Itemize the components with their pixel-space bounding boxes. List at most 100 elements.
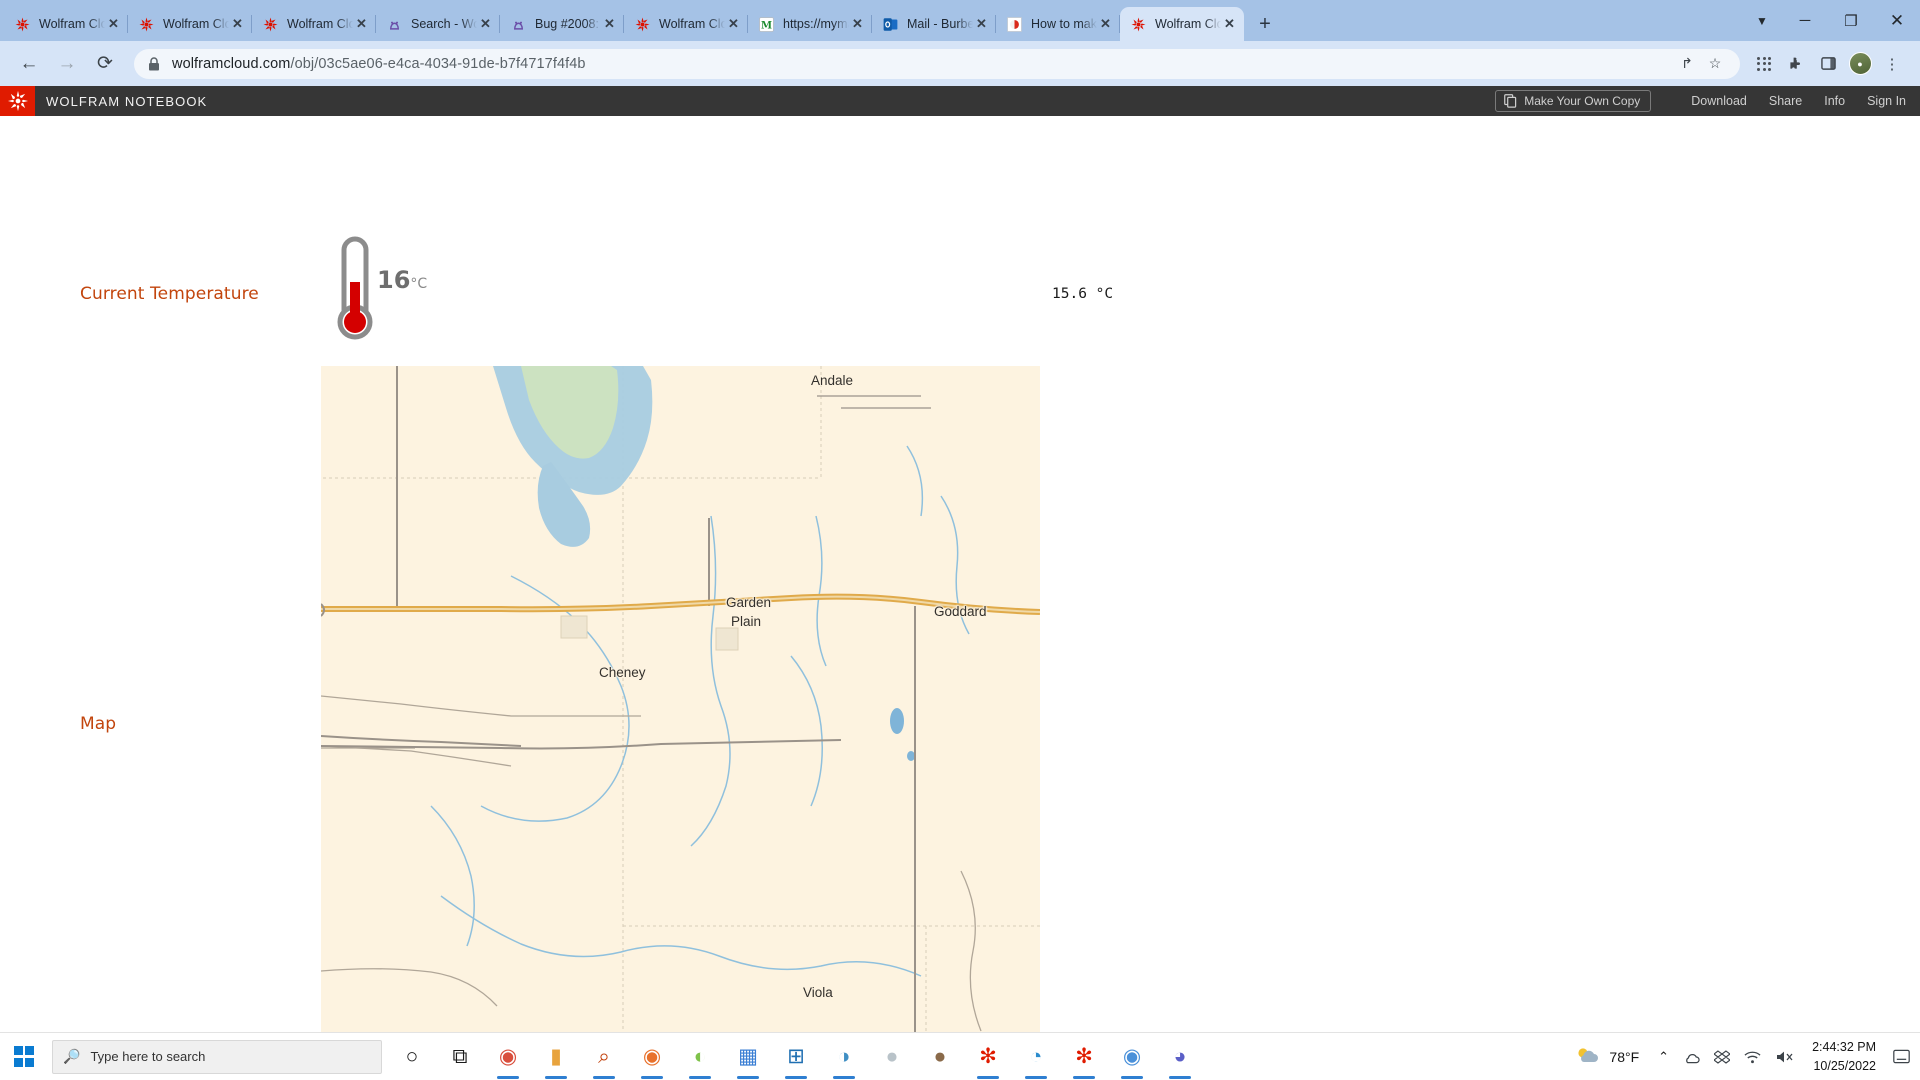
lock-icon[interactable] [146, 56, 162, 72]
browser-menu-icon[interactable]: ⋮ [1876, 48, 1908, 80]
thermometer-icon [325, 234, 385, 340]
back-arrow-icon[interactable]: ← [12, 47, 46, 81]
pdf-icon [1006, 16, 1023, 33]
close-icon[interactable]: ✕ [601, 16, 618, 33]
taskbar-app-disc-icon[interactable]: ● [868, 1033, 916, 1080]
close-icon[interactable]: ✕ [973, 16, 990, 33]
map-place-label: Cheney [599, 665, 646, 680]
wolfram-icon: ✻ [979, 1045, 997, 1068]
close-icon[interactable]: ✕ [229, 16, 246, 33]
page-viewport: WOLFRAM NOTEBOOK Make Your Own Copy Down… [0, 86, 1920, 1048]
browser-tab-3[interactable]: Search - Wolfram ✕ [376, 7, 500, 41]
taskbar-search-input[interactable]: 🔍 Type here to search [52, 1039, 382, 1074]
taskbar-clock[interactable]: 2:44:32 PM 10/25/2022 [1802, 1033, 1886, 1080]
apps-grid-icon[interactable] [1748, 48, 1780, 80]
profile-avatar[interactable]: ● [1844, 48, 1876, 80]
download-link[interactable]: Download [1691, 94, 1747, 108]
share-link[interactable]: Share [1769, 94, 1802, 108]
taskbar-app-wolfram-alt-icon[interactable]: ✻ [1060, 1033, 1108, 1080]
onedrive-icon[interactable] [1676, 1033, 1707, 1080]
magnifier-icon: ⌕ [598, 1045, 610, 1068]
sign-in-link[interactable]: Sign In [1867, 94, 1906, 108]
browser-tab-8[interactable]: How to make ✕ [996, 7, 1120, 41]
reload-icon[interactable]: ⟳ [88, 47, 122, 81]
wolfram-spikey-icon [14, 16, 31, 33]
browser-tab-7[interactable]: Mail - Burbea ✕ [872, 7, 996, 41]
taskbar-app-magnifier-icon[interactable]: ⌕ [580, 1033, 628, 1080]
taskbar-app-bear-icon[interactable]: ● [916, 1033, 964, 1080]
taskbar-app-wolfram-icon[interactable]: ✻ [964, 1033, 1012, 1080]
tab-title: Wolfram Cloud [39, 17, 105, 31]
browser-tab-6[interactable]: M https://mymail ✕ [748, 7, 872, 41]
taskbar-app-task-view-icon[interactable]: ⧉ [436, 1033, 484, 1080]
close-icon[interactable]: ✕ [477, 16, 494, 33]
url-domain: wolframcloud.com [172, 55, 291, 72]
map-place-label: Garden [726, 595, 772, 610]
taskbar-app-firefox-icon[interactable]: ◉ [628, 1033, 676, 1080]
map-place-label: Andale [811, 373, 854, 388]
omnibox-actions: ↱ ☆ [1674, 51, 1728, 77]
thermometer-unit: °C [410, 276, 428, 292]
close-icon[interactable]: ✕ [849, 16, 866, 33]
close-icon[interactable]: ✕ [1097, 16, 1114, 33]
taskbar-app-edge-icon[interactable]: ◔ [1012, 1033, 1060, 1080]
tray-chevron-up-icon[interactable]: ⌃ [1651, 1033, 1676, 1080]
browser-tab-1[interactable]: Wolfram Cloud ✕ [128, 7, 252, 41]
map-place-label: Plain [731, 614, 762, 629]
start-button[interactable] [0, 1033, 48, 1080]
maximize-button[interactable]: ❐ [1828, 0, 1874, 41]
browser-tab-2[interactable]: Wolfram Cloud ✕ [252, 7, 376, 41]
extensions-puzzle-icon[interactable] [1780, 48, 1812, 80]
share-icon[interactable]: ↱ [1674, 51, 1700, 77]
volume-icon[interactable] [1768, 1033, 1802, 1080]
close-icon[interactable]: ✕ [105, 16, 122, 33]
taskbar-app-apps-tiles-icon[interactable]: ▦ [724, 1033, 772, 1080]
weather-widget[interactable]: 78°F [1569, 1045, 1651, 1068]
wolfram-logo-icon[interactable] [0, 86, 35, 116]
browser-tab-9-active[interactable]: Wolfram Cloud ✕ [1120, 7, 1244, 41]
notification-icon[interactable] [1886, 1033, 1916, 1080]
taskbar-app-chrome-alt-icon[interactable]: ◉ [484, 1033, 532, 1080]
forward-arrow-icon[interactable]: → [50, 47, 84, 81]
partly-cloudy-icon [1575, 1045, 1601, 1068]
side-panel-icon[interactable] [1812, 48, 1844, 80]
cortana-icon: ○ [405, 1045, 419, 1068]
address-bar[interactable]: wolframcloud.com/obj/03c5ae06-e4ca-4034-… [134, 48, 1740, 79]
bookmark-star-icon[interactable]: ☆ [1702, 51, 1728, 77]
browser-tab-5[interactable]: Wolfram Cloud ✕ [624, 7, 748, 41]
new-tab-button[interactable]: + [1250, 9, 1280, 39]
tab-search-chevron-down-icon[interactable]: ▼ [1742, 0, 1782, 41]
taskbar-app-bird-icon[interactable]: ◑ [820, 1033, 868, 1080]
browser-toolbar: ← → ⟳ wolframcloud.com/obj/03c5ae06-e4ca… [0, 41, 1920, 86]
info-link[interactable]: Info [1824, 94, 1845, 108]
url-text: wolframcloud.com/obj/03c5ae06-e4ca-4034-… [172, 56, 586, 72]
close-icon[interactable]: ✕ [725, 16, 742, 33]
search-placeholder: Type here to search [90, 1049, 206, 1064]
close-icon[interactable]: ✕ [353, 16, 370, 33]
dropbox-icon[interactable] [1707, 1033, 1737, 1080]
tab-title: Bug #2008: [535, 17, 599, 31]
tab-title: How to make [1031, 17, 1097, 31]
browser-tab-4[interactable]: Bug #2008: ✕ [500, 7, 624, 41]
close-window-button[interactable]: ✕ [1874, 0, 1920, 41]
tab-strip: Wolfram Cloud ✕ Wolfram Cloud ✕ Wolfram … [0, 0, 1920, 41]
make-your-own-copy-button[interactable]: Make Your Own Copy [1495, 90, 1652, 112]
taskbar-app-calculator-icon[interactable]: ⊞ [772, 1033, 820, 1080]
mathematica-m-icon: M [758, 16, 775, 33]
copy-button-label: Make Your Own Copy [1524, 94, 1641, 108]
minimize-button[interactable]: ─ [1782, 0, 1828, 41]
taskbar-app-list: ○ ⧉ ◉ ▮ ⌕ ◉ ◐ ▦ ⊞ ◑ ● ● ✻ ◔ ✻ ◉ ◕ [388, 1033, 1204, 1080]
paint-icon: ◐ [693, 1045, 707, 1068]
bugzilla-icon [386, 16, 403, 33]
close-icon[interactable]: ✕ [1221, 16, 1238, 33]
taskbar-app-notepad-icon[interactable]: ▮ [532, 1033, 580, 1080]
taskbar-app-cortana-icon[interactable]: ○ [388, 1033, 436, 1080]
map-image[interactable]: Andale Garden Plain Goddard Cheney Viola [321, 366, 1040, 1048]
disc-icon: ● [885, 1045, 899, 1068]
taskbar-app-paint-icon[interactable]: ◐ [676, 1033, 724, 1080]
browser-tab-0[interactable]: Wolfram Cloud ✕ [4, 7, 128, 41]
taskbar-app-teams-icon[interactable]: ◕ [1156, 1033, 1204, 1080]
network-icon[interactable] [1737, 1033, 1768, 1080]
taskbar-app-chrome-icon[interactable]: ◉ [1108, 1033, 1156, 1080]
clock-time: 2:44:32 PM [1812, 1040, 1876, 1055]
